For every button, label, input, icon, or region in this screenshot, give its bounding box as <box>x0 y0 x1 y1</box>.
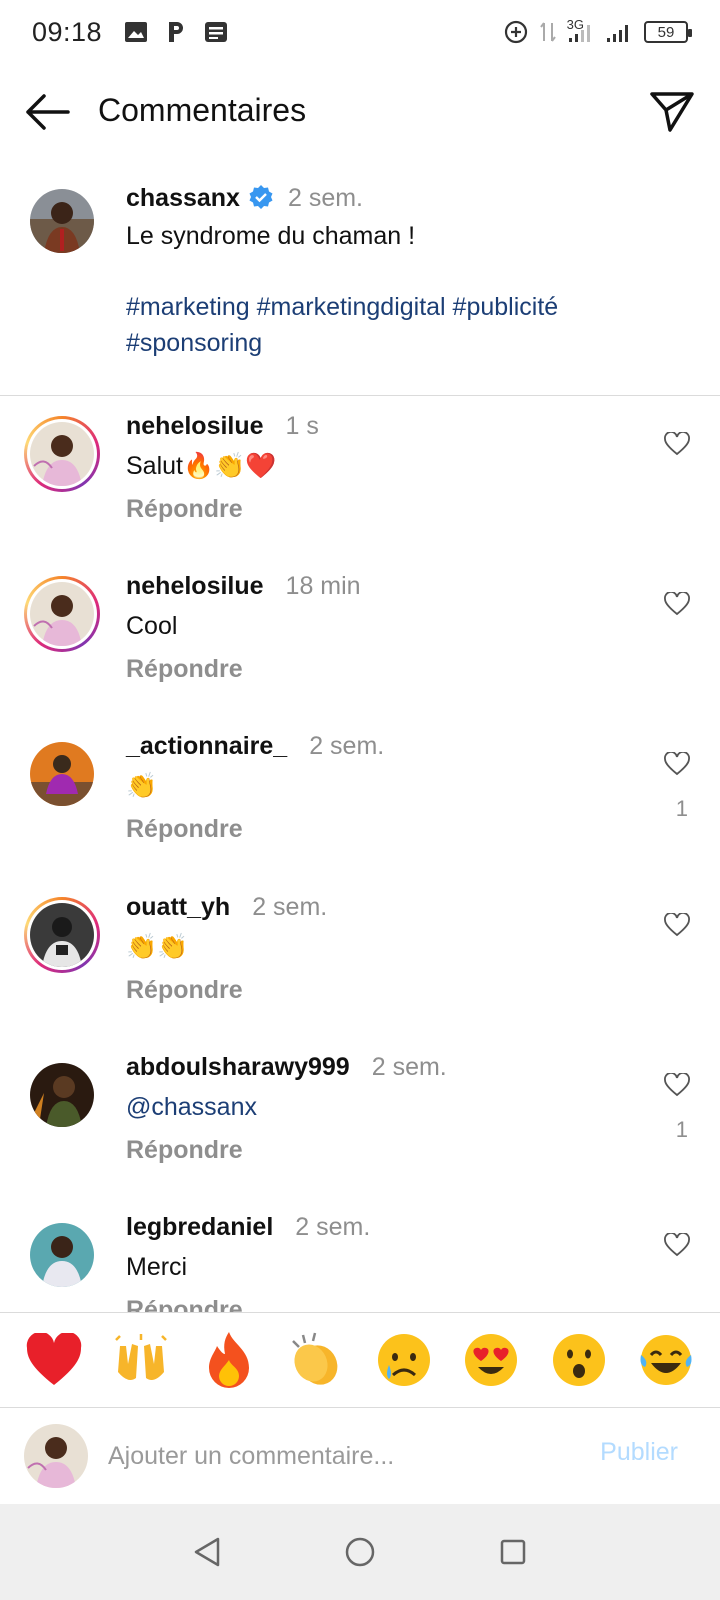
comment-item: _actionnaire_ 2 sem. 👏 Répondre 1 <box>0 732 720 892</box>
caption-text: Le syndrome du chaman ! <box>126 222 416 250</box>
comment-time: 2 sem. <box>371 1053 447 1081</box>
comment-text: 👏👏 <box>126 933 189 961</box>
parking-icon <box>169 22 184 42</box>
like-count: 1 <box>675 796 688 821</box>
data-saver-icon <box>504 20 527 44</box>
system-icons: 3G 59 <box>503 17 692 45</box>
hashtags-line-1[interactable]: #marketing #marketingdigital #publicité <box>126 289 696 325</box>
comment-username[interactable]: nehelosilue <box>126 572 264 600</box>
caption-hashtags[interactable]: #marketing #marketingdigital #publicité … <box>126 289 696 361</box>
reply-button[interactable]: Répondre <box>126 655 606 684</box>
commenter-avatar[interactable] <box>24 576 100 652</box>
commenter-avatar[interactable] <box>24 416 100 492</box>
author-username[interactable]: chassanx <box>126 184 240 212</box>
reply-button[interactable]: Répondre <box>126 1136 606 1165</box>
reply-button[interactable]: Répondre <box>126 815 606 844</box>
share-send-icon[interactable] <box>648 88 696 134</box>
like-count: 1 <box>675 1117 688 1142</box>
battery-level: 59 <box>657 23 675 41</box>
back-arrow-icon[interactable] <box>24 92 72 132</box>
emoji-raising-hands-button[interactable] <box>110 1329 172 1391</box>
status-time: 09:18 <box>32 16 103 47</box>
heart-like-icon[interactable] <box>664 913 690 937</box>
comment-time: 2 sem. <box>295 1213 371 1241</box>
nav-recents-icon[interactable] <box>489 1528 537 1576</box>
comment-text: Salut🔥👏❤️ <box>126 452 277 480</box>
comment-time: 2 sem. <box>252 893 328 921</box>
reply-button[interactable]: Répondre <box>126 495 606 524</box>
comment-username[interactable]: legbredaniel <box>126 1213 273 1241</box>
top-bar: Commentaires <box>0 80 720 144</box>
comment-text: 👏 <box>126 772 158 800</box>
emoji-heart-eyes-button[interactable] <box>460 1329 522 1391</box>
comment-item: abdoulsharawy999 2 sem. @chassanx Répondr… <box>0 1053 720 1213</box>
commenter-avatar[interactable] <box>24 1057 100 1133</box>
comment-username[interactable]: _actionnaire_ <box>126 732 287 760</box>
nav-home-icon[interactable] <box>336 1528 384 1576</box>
emoji-fire-button[interactable] <box>198 1329 260 1391</box>
comment-time: 1 s <box>285 412 319 440</box>
comment-username[interactable]: abdoulsharawy999 <box>126 1053 350 1081</box>
comment-username[interactable]: ouatt_yh <box>126 893 230 921</box>
comment-time: 18 min <box>285 572 361 600</box>
comment-item: nehelosilue 1 s Salut🔥👏❤️ Répondre <box>0 412 720 572</box>
post-caption: chassanx 2 sem. Le syndrome du chaman ! #… <box>0 180 720 396</box>
data-transfer-icon <box>539 22 556 42</box>
message-icon <box>205 22 228 42</box>
comment-mention[interactable]: @chassanx <box>126 1090 606 1124</box>
commenter-avatar[interactable] <box>24 736 100 812</box>
comment-item: legbredaniel 2 sem. Merci Répondre <box>0 1213 720 1312</box>
comment-text: Merci <box>126 1253 188 1281</box>
emoji-heart-button[interactable] <box>23 1329 85 1391</box>
heart-like-icon[interactable] <box>664 432 690 456</box>
comment-input[interactable] <box>108 1434 548 1478</box>
page-title: Commentaires <box>98 92 307 128</box>
signal-icon-1 <box>569 25 590 42</box>
comment-time: 2 sem. <box>309 732 385 760</box>
current-user-avatar[interactable] <box>24 1424 88 1488</box>
comment-composer: Publier <box>0 1408 720 1504</box>
system-navigation-bar <box>0 1504 720 1600</box>
reply-button[interactable]: Répondre <box>126 976 606 1005</box>
comment-username[interactable]: nehelosilue <box>126 412 264 440</box>
comment-text: Cool <box>126 612 178 640</box>
emoji-tears-of-joy-button[interactable] <box>635 1329 697 1391</box>
heart-like-icon[interactable] <box>664 752 690 776</box>
caption-time: 2 sem. <box>287 184 363 212</box>
emoji-clap-button[interactable] <box>285 1329 347 1391</box>
emoji-surprised-face-button[interactable] <box>548 1329 610 1391</box>
heart-like-icon[interactable] <box>664 1233 690 1257</box>
battery-icon: 59 <box>644 21 692 43</box>
signal-icon-2 <box>607 25 628 42</box>
status-bar: 09:18 3G 59 <box>0 0 720 64</box>
author-avatar[interactable] <box>30 189 94 253</box>
heart-like-icon[interactable] <box>664 592 690 616</box>
comment-item: nehelosilue 18 min Cool Répondre <box>0 572 720 732</box>
verified-badge-icon <box>249 185 273 209</box>
nav-back-icon[interactable] <box>183 1528 231 1576</box>
heart-like-icon[interactable] <box>664 1073 690 1097</box>
gallery-icon <box>125 22 148 42</box>
emoji-crying-face-button[interactable] <box>373 1329 435 1391</box>
emoji-quick-bar <box>0 1312 720 1408</box>
publish-button[interactable]: Publier <box>600 1438 678 1467</box>
notification-icons <box>124 20 228 44</box>
hashtags-line-2[interactable]: #sponsoring <box>126 325 696 361</box>
commenter-avatar[interactable] <box>24 1217 100 1293</box>
reply-button[interactable]: Répondre <box>126 1296 606 1312</box>
commenter-avatar[interactable] <box>24 897 100 973</box>
comment-item: ouatt_yh 2 sem. 👏👏 Répondre <box>0 893 720 1053</box>
